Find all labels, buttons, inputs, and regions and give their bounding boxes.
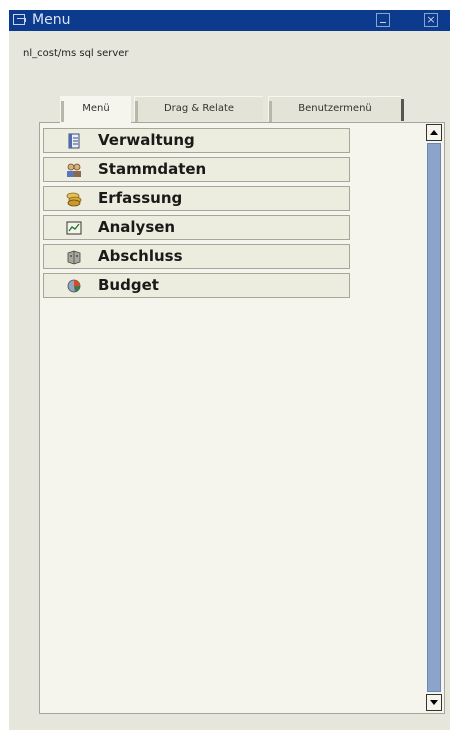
menu-panel: Verwaltung Stammdaten Erfassung Analysen…: [39, 122, 445, 714]
menu-window: Menu × nl_cost/ms sql server Menü Drag &…: [9, 10, 450, 730]
menu-item-erfassung[interactable]: Erfassung: [43, 186, 350, 211]
tab-menu[interactable]: Menü: [60, 96, 131, 123]
menu-item-analysen[interactable]: Analysen: [43, 215, 350, 240]
minimize-button[interactable]: [376, 13, 390, 27]
chart-icon: [66, 221, 82, 235]
cabinet-icon: [67, 250, 81, 265]
scroll-up-button[interactable]: [426, 124, 442, 141]
window-title: Menu: [32, 12, 71, 28]
coins-icon: [66, 192, 82, 207]
menu-window-icon: [13, 14, 26, 25]
menu-item-label: Analysen: [98, 218, 176, 236]
budget-icon: [67, 279, 81, 293]
scroll-thumb[interactable]: [427, 143, 441, 692]
close-button[interactable]: ×: [424, 13, 438, 27]
tab-benutzermenu[interactable]: Benutzermenü: [268, 96, 404, 122]
menu-item-label: Stammdaten: [98, 160, 207, 178]
tab-drag-relate[interactable]: Drag & Relate: [134, 96, 263, 122]
title-bar[interactable]: Menu ×: [9, 10, 450, 31]
vertical-scrollbar[interactable]: [426, 124, 442, 711]
company-database-label: nl_cost/ms sql server: [23, 48, 129, 59]
people-icon: [67, 163, 81, 177]
menu-item-verwaltung[interactable]: Verwaltung: [43, 128, 350, 153]
menu-item-label: Abschluss: [98, 247, 183, 265]
menu-item-abschluss[interactable]: Abschluss: [43, 244, 350, 269]
scroll-down-button[interactable]: [426, 694, 442, 711]
menu-item-label: Verwaltung: [98, 131, 195, 149]
menu-item-budget[interactable]: Budget: [43, 273, 350, 298]
menu-item-stammdaten[interactable]: Stammdaten: [43, 157, 350, 182]
document-icon: [68, 133, 80, 149]
menu-item-label: Budget: [98, 276, 159, 294]
menu-item-label: Erfassung: [98, 189, 183, 207]
